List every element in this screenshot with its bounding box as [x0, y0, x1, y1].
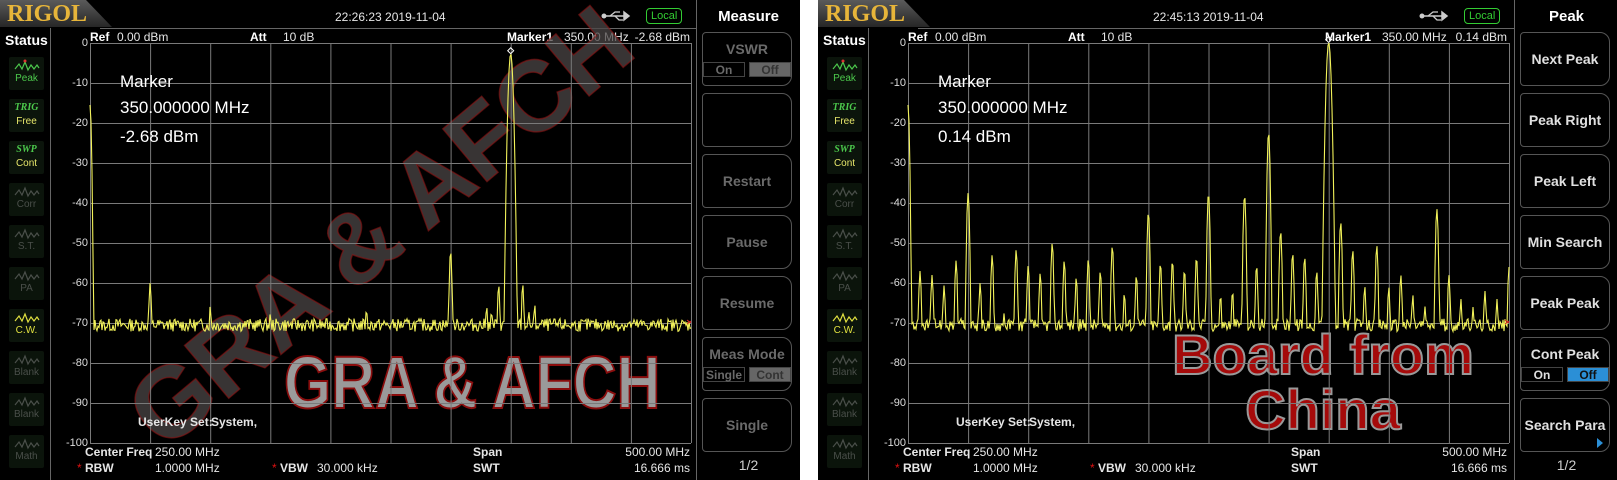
marker-readout-level: -2.68 dBm [120, 127, 199, 146]
softkey-label: Min Search [1527, 234, 1603, 250]
userkey-label: UserKey Set: [138, 415, 213, 429]
rbw-value: 1.0000 MHz [973, 461, 1038, 475]
softkey-pause[interactable]: Pause [702, 215, 792, 269]
span-value: 500.00 MHz [625, 445, 690, 459]
vbw-value: 30.000 kHz [317, 461, 378, 475]
softkey-toggle[interactable]: On Off [703, 62, 791, 77]
softkey-label: Single [725, 417, 768, 433]
softkey-peak-right[interactable]: Peak Right [1520, 93, 1610, 147]
vbw-changed-icon: * [272, 461, 277, 475]
softkey-label: Cont Peak [1530, 346, 1600, 362]
spectrum-screen-right: RIGOL 22:45:13 2019-11-04 Local Status Peak T… [818, 0, 1617, 480]
softkey-label: Search Para [1524, 417, 1606, 433]
softkey-blank[interactable] [702, 93, 792, 147]
swt-label: SWT [473, 461, 500, 475]
softkey-label: Resume [719, 295, 775, 311]
vbw-label: VBW [280, 461, 308, 475]
rbw-label: RBW [903, 461, 932, 475]
toggle-option-off[interactable]: Off [1567, 367, 1609, 382]
marker-readout-level: 0.14 dBm [938, 127, 1011, 146]
rbw-value: 1.0000 MHz [155, 461, 220, 475]
swt-value: 16.666 ms [1450, 461, 1507, 475]
softkey-peak-peak[interactable]: Peak Peak [1520, 276, 1610, 330]
softkey-toggle[interactable]: Single Cont [703, 367, 791, 382]
span-label: Span [473, 445, 503, 459]
swt-label: SWT [1291, 461, 1318, 475]
userkey-label: UserKey Set: [956, 415, 1031, 429]
softkey-menu-title: Peak [1548, 8, 1585, 25]
softkey-label: Restart [722, 173, 772, 189]
toggle-option-on[interactable]: On [1521, 367, 1563, 382]
marker-readout-title: Marker [938, 72, 991, 91]
marker-readout-freq: 350.000000 MHz [120, 98, 250, 117]
span-label: Span [1291, 445, 1321, 459]
softkey-cont-peak[interactable]: Cont Peak On Off [1520, 337, 1610, 391]
softkey-vswr[interactable]: VSWR On Off [702, 32, 792, 86]
toggle-option-on[interactable]: On [703, 62, 745, 77]
softkey-next-peak[interactable]: Next Peak [1520, 32, 1610, 86]
center-freq-value: 250.00 MHz [155, 445, 220, 459]
rbw-label: RBW [85, 461, 114, 475]
center-freq-label: Center Freq [85, 445, 153, 459]
toggle-option-cont[interactable]: Cont [749, 367, 791, 382]
center-freq-value: 250.00 MHz [973, 445, 1038, 459]
softkey-label: VSWR [726, 41, 768, 57]
vbw-label: VBW [1098, 461, 1126, 475]
submenu-arrow-icon [1597, 438, 1603, 448]
softkey-meas-mode[interactable]: Meas Mode Single Cont [702, 337, 792, 391]
softkey-resume[interactable]: Resume [702, 276, 792, 330]
softkey-min-search[interactable]: Min Search [1520, 215, 1610, 269]
vbw-changed-icon: * [1090, 461, 1095, 475]
softkey-peak-left[interactable]: Peak Left [1520, 154, 1610, 208]
rbw-changed-icon: * [895, 461, 900, 475]
softkey-label: Next Peak [1531, 51, 1599, 67]
softkey-page-indicator[interactable]: 1/2 [697, 457, 800, 473]
span-value: 500.00 MHz [1442, 445, 1507, 459]
softkey-label: Pause [726, 234, 768, 250]
vbw-value: 30.000 kHz [1135, 461, 1196, 475]
softkey-toggle[interactable]: On Off [1521, 367, 1609, 382]
userkey-value: System, [211, 415, 258, 429]
toggle-option-single[interactable]: Single [703, 367, 745, 382]
softkey-label: Peak Right [1528, 112, 1602, 128]
marker-readout-freq: 350.000000 MHz [938, 98, 1068, 117]
spectrum-screen-left: RIGOL 22:26:23 2019-11-04 Local Status Peak T… [0, 0, 800, 480]
userkey-value: System, [1029, 415, 1076, 429]
marker-readout-title: Marker [120, 72, 173, 91]
center-freq-label: Center Freq [903, 445, 971, 459]
softkey-menu-title: Measure [718, 8, 779, 25]
swt-value: 16.666 ms [633, 461, 690, 475]
softkey-search-para[interactable]: Search Para [1520, 398, 1610, 452]
rbw-changed-icon: * [77, 461, 82, 475]
toggle-option-off[interactable]: Off [749, 62, 791, 77]
softkey-single[interactable]: Single [702, 398, 792, 452]
softkey-label: Meas Mode [709, 346, 785, 362]
softkey-label: Peak Peak [1530, 295, 1600, 311]
softkey-restart[interactable]: Restart [702, 154, 792, 208]
softkey-page-indicator[interactable]: 1/2 [1515, 457, 1617, 473]
marker-diamond [1324, 35, 1333, 44]
softkey-label: Peak Left [1533, 173, 1597, 189]
